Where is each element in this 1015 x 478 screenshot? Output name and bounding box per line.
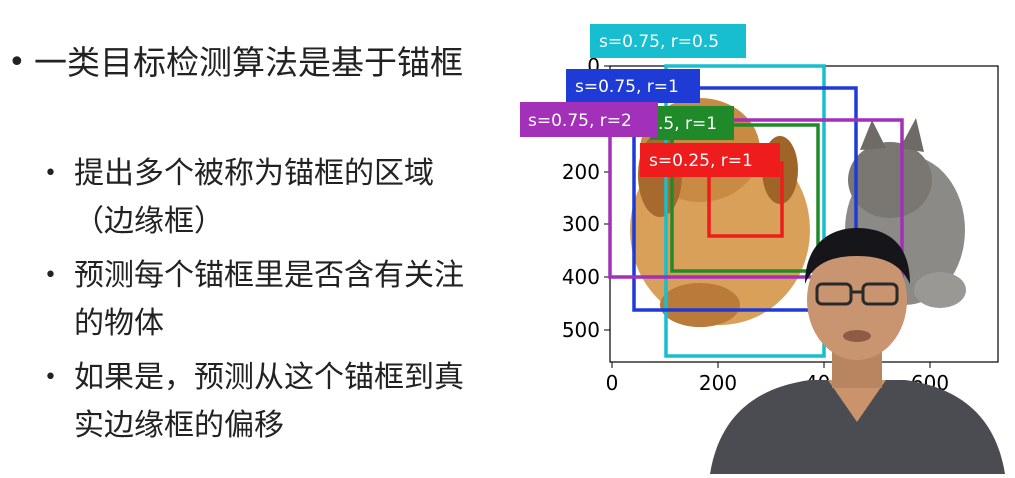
bullet-dot: •	[44, 263, 57, 288]
y-tick-label: 500	[562, 318, 600, 342]
label-text: s=0.75, r=1	[575, 77, 679, 97]
label-text: s=0.75, r=0.5	[599, 32, 719, 52]
sub-bullet-text: 如果是，预测从这个锚框到真实边缘框的偏移	[74, 360, 464, 443]
slide-text-panel: • 一类目标检测算法是基于锚框 • 提出多个被称为锚框的区域（边缘框） • 预测…	[0, 0, 500, 474]
bullet-dot: •	[44, 365, 57, 390]
anchor-label-purple: s=0.75, r=2	[520, 102, 658, 137]
sub-bullet: • 预测每个锚框里是否含有关注的物体	[44, 252, 484, 348]
x-tick-label: 0	[606, 371, 619, 395]
anchor-label-cyan: s=0.75, r=0.5	[590, 24, 746, 58]
label-text: .5, r=1	[658, 114, 717, 134]
sub-bullet-text: 提出多个被称为锚框的区域（边缘框）	[74, 156, 434, 239]
bullet-dot: •	[44, 161, 57, 186]
anchor-label-green: .5, r=1	[650, 106, 734, 140]
main-bullet: • 一类目标检测算法是基于锚框	[8, 38, 478, 88]
label-text: s=0.75, r=2	[528, 111, 632, 131]
presenter-figure	[710, 228, 1005, 474]
presenter-mouth	[843, 330, 871, 342]
y-tick-label: 300	[562, 212, 600, 236]
presenter-video	[700, 222, 1015, 474]
sub-bullet: • 提出多个被称为锚框的区域（边缘框）	[44, 150, 484, 246]
main-bullet-text: 一类目标检测算法是基于锚框	[34, 43, 463, 82]
y-tick-label: 200	[562, 160, 600, 184]
bullet-dot: •	[8, 45, 26, 80]
label-text: s=0.25, r=1	[649, 151, 753, 171]
anchor-label-red: s=0.25, r=1	[640, 143, 780, 177]
anchor-label-blue: s=0.75, r=1	[566, 69, 700, 103]
y-tick-label: 400	[562, 265, 600, 289]
cat-head	[848, 142, 932, 218]
sub-bullet-text: 预测每个锚框里是否含有关注的物体	[74, 258, 464, 341]
sub-bullet: • 如果是，预测从这个锚框到真实边缘框的偏移	[44, 354, 484, 450]
